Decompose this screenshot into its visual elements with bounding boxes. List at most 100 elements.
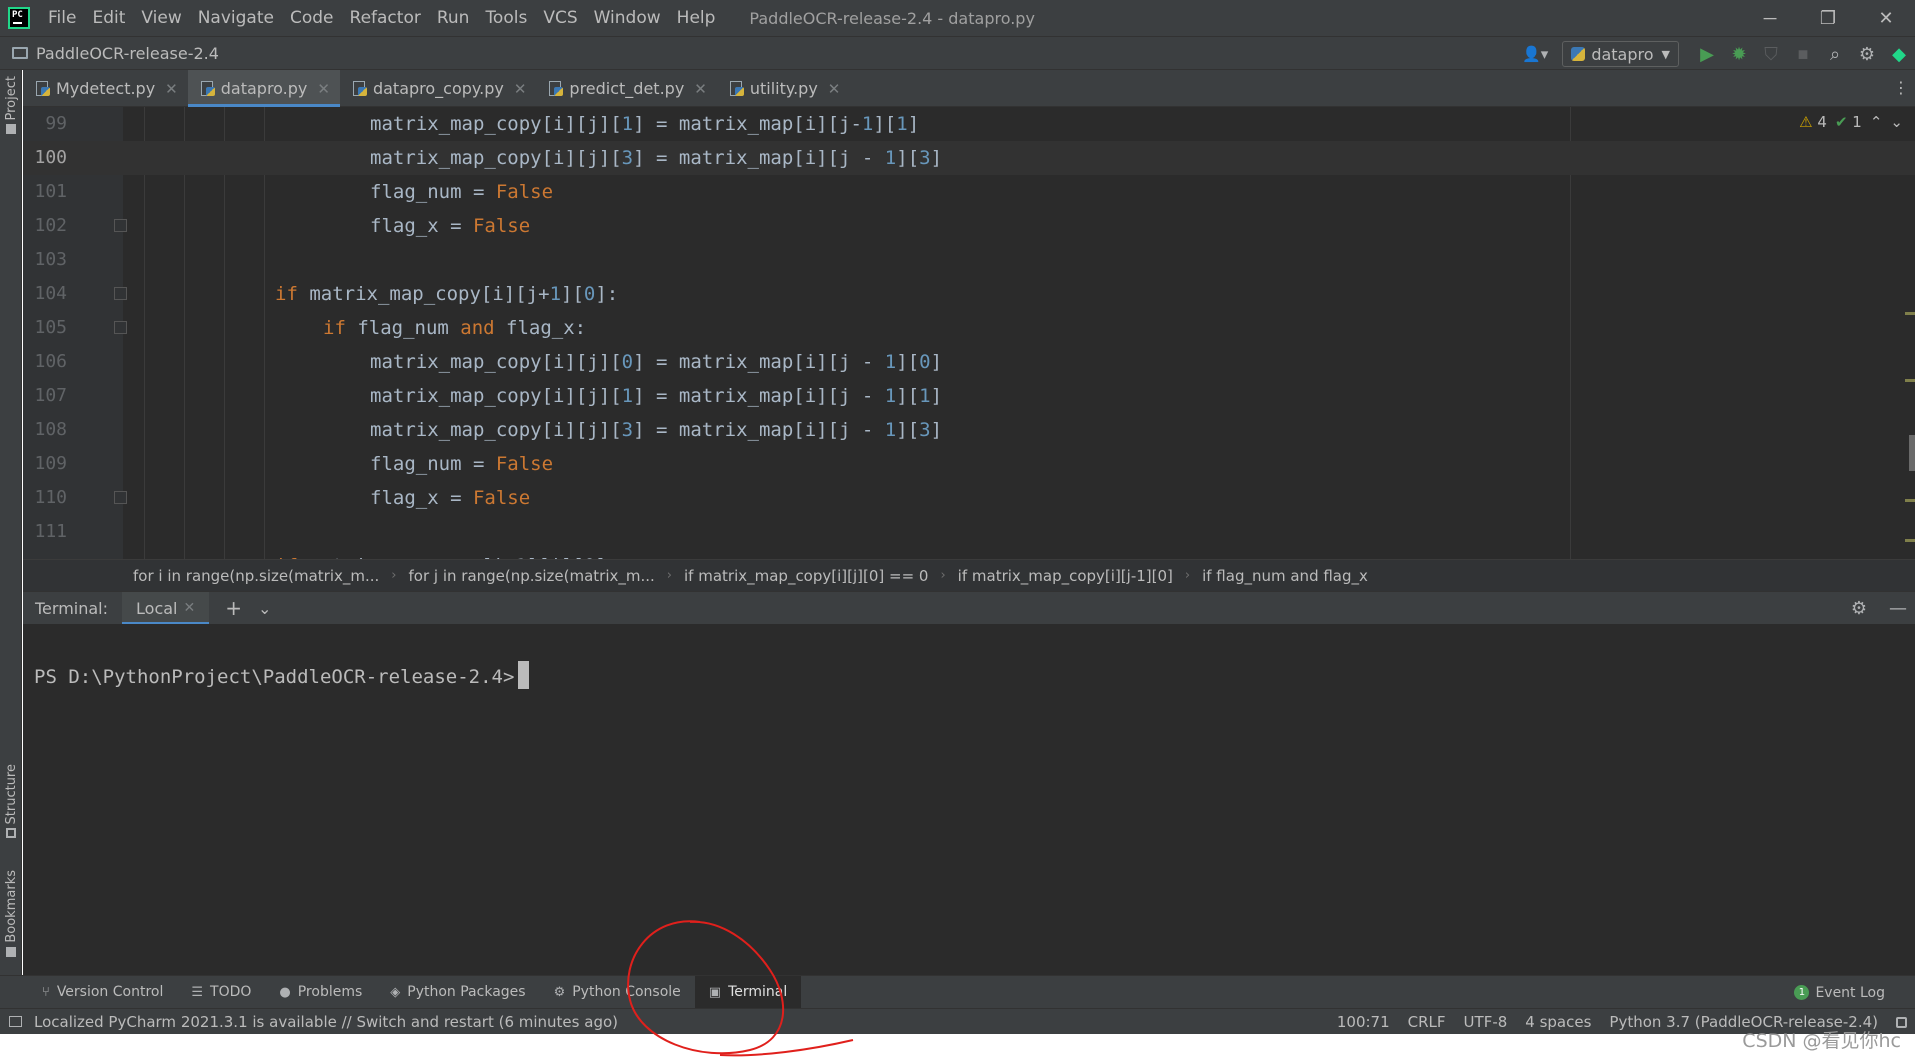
toggle-tool-windows-icon[interactable] [9,1016,22,1027]
menu-code[interactable]: Code [282,8,342,28]
gear-icon[interactable]: ⚙ [1851,598,1867,619]
breadcrumb-item[interactable]: if matrix_map_copy[i][j][0] == 0 [684,567,928,585]
event-log-button[interactable]: 1 Event Log [1794,976,1885,1009]
user-icon[interactable]: 👤▾ [1522,45,1548,63]
indent-setting[interactable]: 4 spaces [1525,1013,1591,1031]
tab-mydetect[interactable]: Mydetect.py ✕ [23,70,188,107]
terminal-panel[interactable]: PS D:\PythonProject\PaddleOCR-release-2.… [23,624,1915,975]
code-line-current: 100 matrix_map_copy[i][j][3] = matrix_ma… [23,141,1915,175]
menu-refactor[interactable]: Refactor [342,8,429,28]
breadcrumb-item[interactable]: if flag_num and flag_x [1202,567,1368,585]
project-breadcrumb[interactable]: PaddleOCR-release-2.4 [12,44,219,63]
code-editor[interactable]: 99 matrix_map_copy[i][j][1] = matrix_map… [23,107,1915,559]
code-text: flag_num = False [370,453,554,475]
menu-run[interactable]: Run [429,8,478,28]
code-line: 108 matrix_map_copy[i][j][3] = matrix_ma… [23,413,1915,447]
tab-utility[interactable]: utility.py ✕ [717,70,851,107]
project-tool-tab[interactable]: Project [0,76,22,135]
line-number: 109 [34,453,67,474]
python-file-icon [200,80,216,97]
menu-help[interactable]: Help [669,8,724,28]
folder-icon [6,124,16,135]
terminal-tab-label: Local [136,598,178,618]
menu-file[interactable]: File [40,8,84,28]
python-file-icon [35,80,51,97]
status-message[interactable]: Localized PyCharm 2021.3.1 is available … [34,1013,618,1031]
menu-tools[interactable]: Tools [477,8,535,28]
close-icon[interactable]: ✕ [317,80,330,98]
run-icon[interactable]: ▶ [1691,37,1723,71]
gear-icon[interactable]: ⚙ [1851,37,1883,71]
menu-window[interactable]: Window [586,8,669,28]
error-stripe-mark[interactable] [1905,499,1915,502]
tool-window-bar: ⑂ Version Control ☰ TODO ● Problems ◈ Py… [0,975,1915,1009]
chevron-up-icon[interactable]: ⌃ [1870,113,1883,131]
file-encoding[interactable]: UTF-8 [1464,1013,1508,1031]
tool-version-control[interactable]: ⑂ Version Control [28,976,177,1009]
terminal-actions: ⚙ — [1851,592,1907,625]
code-text: if matrix_map_copy[i][j+1][0]: [275,283,619,305]
scrollbar-thumb[interactable] [1909,435,1915,471]
breadcrumb-item[interactable]: for j in range(np.size(matrix_m... [409,567,655,585]
breadcrumb-item[interactable]: if matrix_map_copy[i][j-1][0] [958,567,1173,585]
run-config-selector[interactable]: datapro ▼ [1562,41,1679,67]
caret-position[interactable]: 100:71 [1337,1013,1390,1031]
close-icon[interactable]: ✕ [828,80,841,98]
close-icon[interactable]: ✕ [183,600,195,616]
jetbrains-toolbox-icon[interactable]: ◆ [1883,37,1915,71]
more-tabs-icon[interactable]: ⋮ [1893,78,1909,97]
tool-label: Problems [297,984,363,1000]
tool-terminal[interactable]: ▣ Terminal [694,975,802,1009]
inspection-widget[interactable]: ⚠ 4 ✔ 1 ⌃ ⌄ [1799,113,1903,131]
terminal-tab-local[interactable]: Local ✕ [122,591,210,625]
terminal-icon: ▣ [708,984,722,1000]
debug-icon[interactable]: ✹ [1723,37,1755,71]
line-number: 101 [34,181,67,202]
tab-datapro-copy[interactable]: datapro_copy.py ✕ [340,70,536,107]
warning-count: ⚠ 4 [1799,113,1827,131]
tool-problems[interactable]: ● Problems [265,976,376,1009]
error-stripe-mark[interactable] [1905,379,1915,382]
error-stripe-mark[interactable] [1905,312,1915,315]
search-icon[interactable]: ⌕ [1819,37,1851,71]
weak-warning-count: ✔ 1 [1834,113,1862,131]
hide-panel-icon[interactable]: — [1889,598,1907,619]
close-button[interactable]: ✕ [1857,0,1915,36]
close-icon[interactable]: ✕ [165,80,178,98]
close-icon[interactable]: ✕ [514,80,527,98]
structure-tool-tab[interactable]: Structure [0,764,22,839]
menu-navigate[interactable]: Navigate [190,8,282,28]
line-separator[interactable]: CRLF [1408,1013,1446,1031]
tab-label: Mydetect.py [56,79,156,98]
stop-icon[interactable]: ■ [1787,37,1819,71]
folder-icon [12,47,28,59]
chevron-down-icon[interactable]: ⌄ [1890,113,1903,131]
bookmarks-tool-tab[interactable]: Bookmarks [0,870,22,957]
tool-todo[interactable]: ☰ TODO [177,976,265,1009]
menu-vcs[interactable]: VCS [535,8,585,28]
navigation-bar: PaddleOCR-release-2.4 👤▾ datapro ▼ ▶ ✹ ⛉… [0,36,1915,70]
menu-view[interactable]: View [133,8,189,28]
tab-datapro[interactable]: datapro.py ✕ [187,70,341,107]
menu-edit[interactable]: Edit [84,8,133,28]
code-line: 105 if flag_num and flag_x: [23,311,1915,345]
chevron-down-icon: ▼ [1661,47,1670,61]
tool-python-console[interactable]: ⚙ Python Console [540,976,695,1009]
tab-predict-det[interactable]: predict_det.py ✕ [536,70,716,107]
minimize-button[interactable]: ─ [1741,0,1799,36]
code-text: if flag_num and flag_x: [323,317,587,339]
restore-button[interactable]: ❐ [1799,0,1857,36]
tab-label: predict_det.py [569,79,685,98]
terminal-header: Terminal: Local ✕ + ⌄ ⚙ — [23,591,1915,625]
new-terminal-plus-icon[interactable]: + [225,596,242,620]
problems-icon: ● [279,984,291,1000]
error-stripe-mark[interactable] [1905,539,1915,542]
breadcrumb-item[interactable]: for i in range(np.size(matrix_m... [133,567,379,585]
tool-python-packages[interactable]: ◈ Python Packages [376,976,539,1009]
close-icon[interactable]: ✕ [694,80,707,98]
left-tool-stripe: Project Structure Bookmarks [0,70,22,975]
coverage-icon[interactable]: ⛉ [1755,37,1787,71]
editor-tabs: Mydetect.py ✕ datapro.py ✕ datapro_copy.… [23,70,1915,107]
chevron-down-icon[interactable]: ⌄ [258,599,271,618]
line-number: 103 [34,249,67,270]
